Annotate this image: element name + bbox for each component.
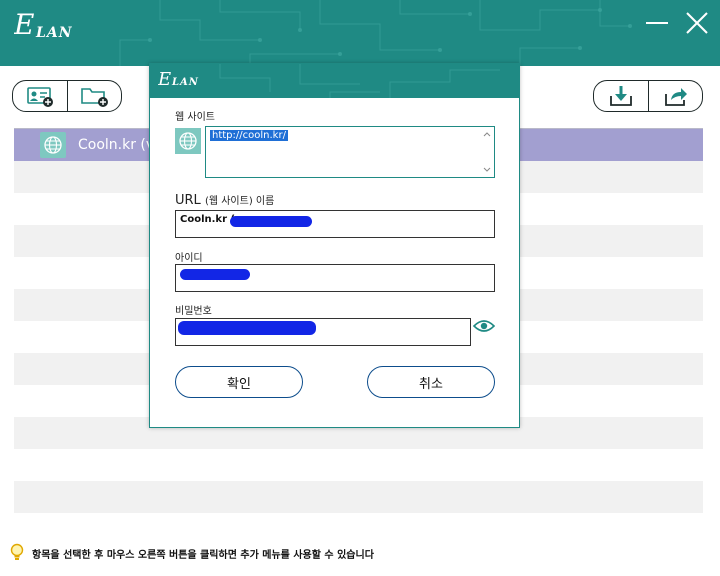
logo-e-icon: E <box>14 10 34 40</box>
account-edit-dialog: E LAN 웹 사이트 http://cooln.kr/ URL (웹 사이트)… <box>149 63 520 428</box>
redaction-mark <box>230 216 312 227</box>
close-button[interactable] <box>684 10 710 36</box>
logo-text: LAN <box>36 25 73 41</box>
svg-text:E: E <box>14 10 34 40</box>
status-bar: 항목을 선택한 후 마우스 오른쪽 버튼을 클릭하면 추가 메뉴를 사용할 수 … <box>0 538 720 568</box>
list-item[interactable] <box>14 449 703 481</box>
close-icon <box>686 12 708 34</box>
globe-icon <box>40 132 66 158</box>
website-globe-icon <box>175 128 201 154</box>
add-folder-button[interactable] <box>67 81 121 111</box>
import-icon <box>610 86 632 106</box>
add-folder-icon <box>80 88 108 107</box>
id-input[interactable] <box>175 264 495 292</box>
dialog-logo-e-icon: E <box>158 69 171 88</box>
scroll-down-icon[interactable] <box>483 167 491 173</box>
minimize-icon <box>646 22 668 24</box>
dialog-circuit-pattern <box>219 64 500 98</box>
id-label: 아이디 <box>175 253 203 264</box>
url-name-label: URL (웹 사이트) 이름 <box>175 193 275 208</box>
website-url-textarea[interactable]: http://cooln.kr/ <box>205 126 495 178</box>
minimize-button[interactable] <box>644 10 670 36</box>
list-item[interactable] <box>14 481 703 513</box>
url-name-value: Cooln.kr ( <box>180 214 236 225</box>
website-url-value: http://cooln.kr/ <box>210 130 288 141</box>
import-button[interactable] <box>594 81 648 111</box>
show-password-eye-icon[interactable] <box>473 319 495 333</box>
status-hint: 항목을 선택한 후 마우스 오른쪽 버튼을 클릭하면 추가 메뉴를 사용할 수 … <box>32 549 374 561</box>
dialog-title-bar: E LAN <box>150 64 519 98</box>
dialog-logo-text: LAN <box>172 77 199 88</box>
dialog-logo: E LAN <box>158 68 199 88</box>
app-logo: E LAN <box>14 10 73 40</box>
cancel-button[interactable]: 취소 <box>367 366 495 398</box>
redaction-mark <box>180 269 250 280</box>
redaction-mark <box>178 321 316 335</box>
circuit-pattern <box>119 0 632 66</box>
add-account-icon <box>27 87 53 107</box>
export-icon <box>664 88 687 106</box>
export-button[interactable] <box>648 81 702 111</box>
ok-button[interactable]: 확인 <box>175 366 303 398</box>
lightbulb-icon <box>10 543 24 560</box>
title-bar: E LAN <box>0 0 720 66</box>
add-account-button[interactable] <box>13 81 67 111</box>
scroll-up-icon[interactable] <box>483 131 491 137</box>
password-label: 비밀번호 <box>175 306 212 317</box>
list-item-label: Cooln.kr (v <box>78 137 155 153</box>
toolbar-left <box>12 80 122 112</box>
website-label: 웹 사이트 <box>175 112 215 123</box>
url-name-input[interactable]: Cooln.kr ( <box>175 210 495 238</box>
svg-text:E: E <box>158 69 171 88</box>
toolbar-right <box>593 80 703 112</box>
password-input[interactable] <box>175 318 471 346</box>
